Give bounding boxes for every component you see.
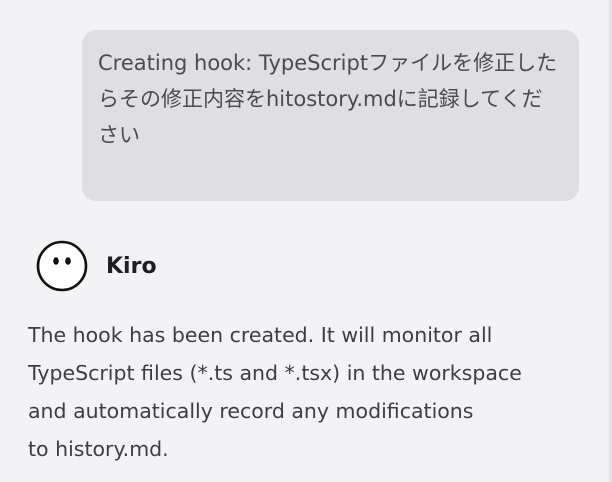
agent-message-line: TypeScript files (*.ts and *.tsx) in the…	[28, 361, 522, 385]
ghost-face-icon	[36, 240, 88, 292]
agent-message-line: to history.md.	[28, 437, 169, 461]
agent-message-line: The hook has been created. It will monit…	[28, 323, 493, 347]
user-message-text: Creating hook: TypeScriptファイルを修正したらその修正内…	[98, 51, 558, 147]
agent-message-text: The hook has been created. It will monit…	[28, 316, 598, 468]
user-message-bubble: Creating hook: TypeScriptファイルを修正したらその修正内…	[82, 30, 579, 201]
chat-panel: Creating hook: TypeScriptファイルを修正したらその修正内…	[0, 0, 612, 482]
agent-message-line: and automatically record any modificatio…	[28, 399, 474, 423]
agent-header: Kiro	[36, 240, 157, 292]
agent-name: Kiro	[106, 253, 157, 279]
